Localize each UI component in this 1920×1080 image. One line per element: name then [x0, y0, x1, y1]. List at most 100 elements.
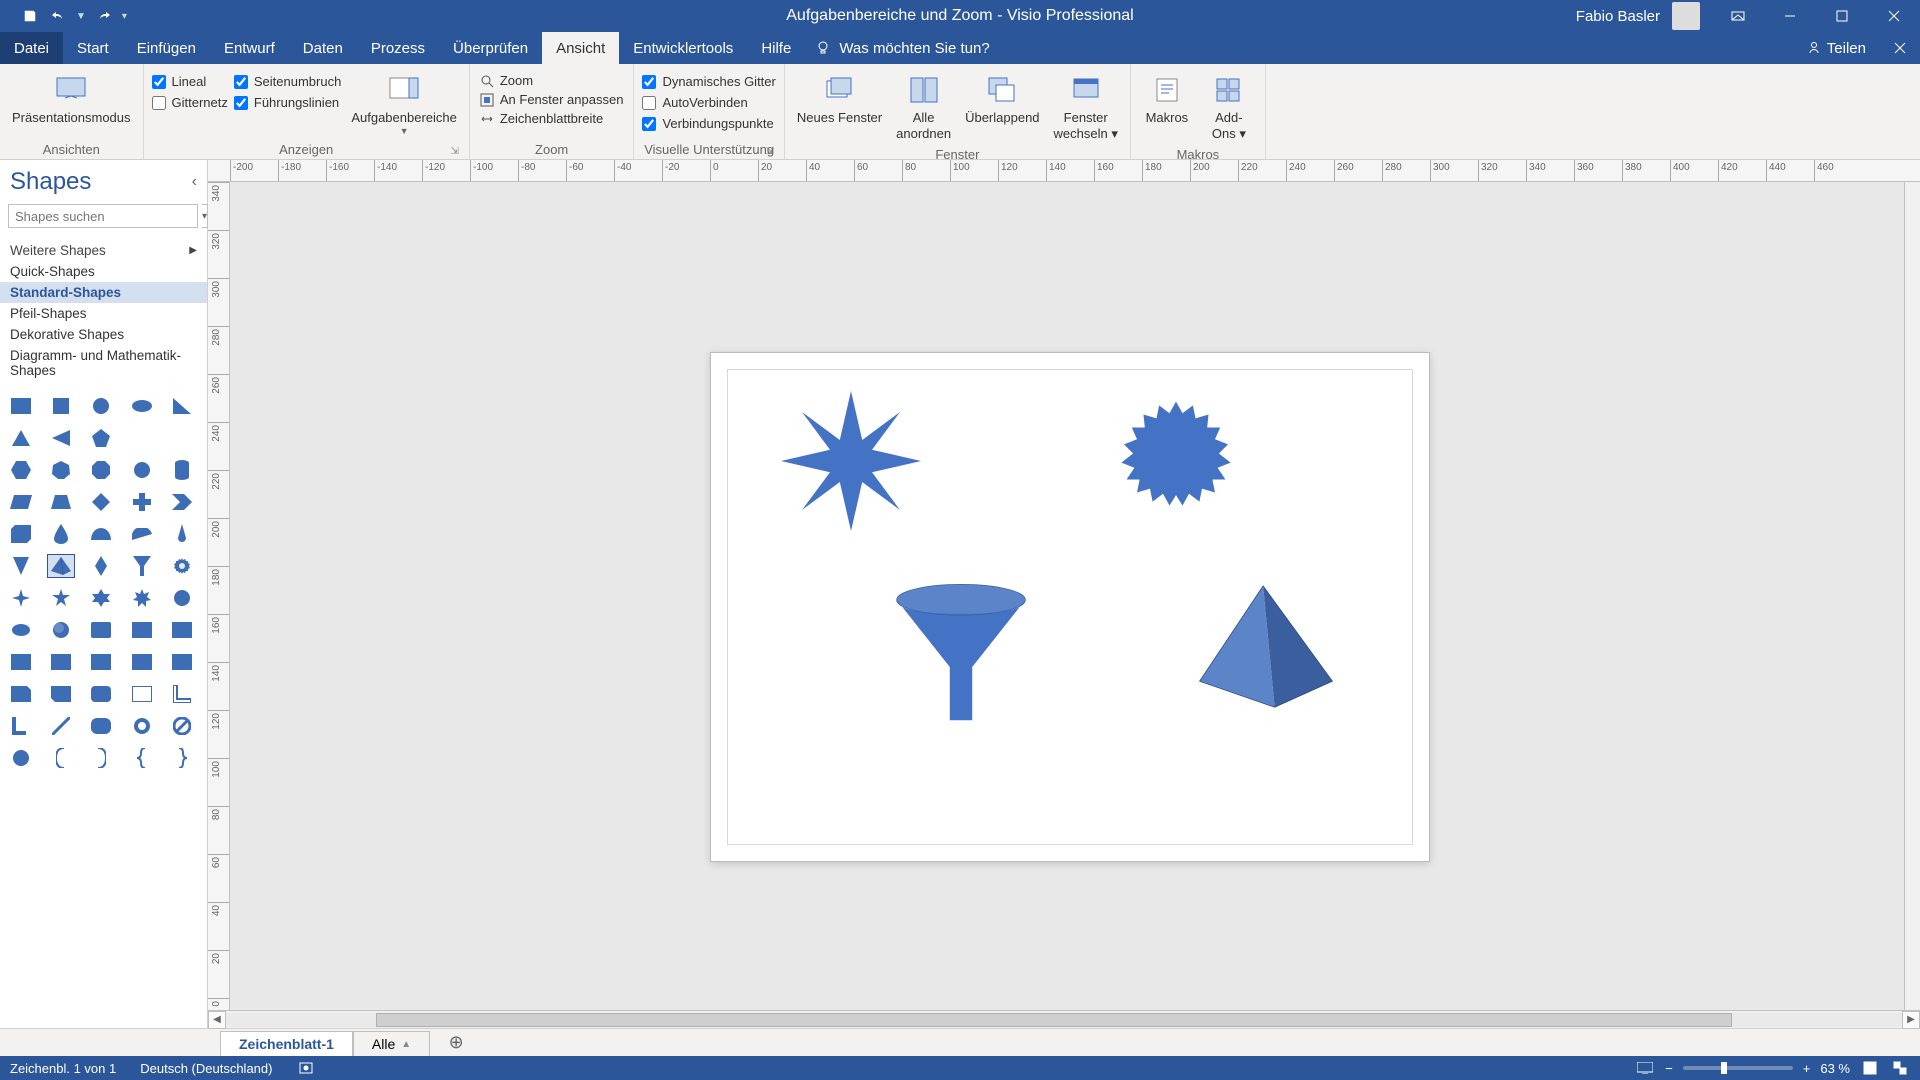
shape-star5[interactable] — [48, 587, 74, 609]
shape-sphere[interactable] — [8, 747, 34, 769]
page-width-button[interactable]: Zeichenblattbreite — [478, 110, 626, 127]
shape-rounded-rect2[interactable] — [88, 715, 114, 737]
minimize-icon[interactable] — [1764, 0, 1816, 32]
zoom-out-icon[interactable]: − — [1665, 1061, 1673, 1076]
shape-triangle[interactable] — [8, 427, 34, 449]
hscroll-thumb[interactable] — [376, 1013, 1732, 1027]
shape-ellipse2[interactable] — [8, 619, 34, 641]
shape-bracket1[interactable] — [48, 747, 74, 769]
macro-record-icon[interactable] — [296, 1058, 316, 1078]
shape-rect6[interactable] — [88, 651, 114, 673]
tell-me-search[interactable]: Was möchten Sie tun? — [815, 40, 989, 57]
shape-lshape2[interactable] — [8, 715, 34, 737]
shape-cube[interactable] — [8, 523, 34, 545]
undo-dropdown-icon[interactable]: ▼ — [76, 11, 86, 22]
shape-frame[interactable] — [129, 683, 155, 705]
add-page-icon[interactable]: ⊕ — [444, 1031, 468, 1055]
alle-anordnen-button[interactable]: Alle anordnen — [892, 68, 955, 145]
shape-shadow-circle[interactable] — [48, 619, 74, 641]
shape-arc[interactable] — [88, 523, 114, 545]
check-verbindungspunkte[interactable]: Verbindungspunkte — [642, 116, 775, 131]
shape-funnel-3d[interactable] — [891, 583, 1031, 723]
shape-triangle-left[interactable] — [48, 427, 74, 449]
collapse-panel-icon[interactable]: ‹ — [192, 173, 197, 191]
shape-funnel[interactable] — [129, 555, 155, 577]
fit-window-button[interactable]: An Fenster anpassen — [478, 91, 626, 108]
horizontal-scrollbar[interactable]: ◀ ▶ — [208, 1010, 1920, 1028]
check-lineal[interactable]: Lineal — [152, 74, 228, 89]
shape-snip1[interactable] — [8, 683, 34, 705]
makros-button[interactable]: Makros — [1139, 68, 1195, 130]
pan-zoom-icon[interactable] — [1890, 1058, 1910, 1078]
maximize-icon[interactable] — [1816, 0, 1868, 32]
shape-pyramid-3d[interactable] — [48, 555, 74, 577]
stencil-quick-shapes[interactable]: Quick-Shapes — [0, 261, 207, 282]
shape-gear[interactable] — [169, 555, 195, 577]
user-name[interactable]: Fabio Basler — [1576, 8, 1660, 25]
presentation-view-icon[interactable] — [1635, 1058, 1655, 1078]
close-subwindow-icon[interactable] — [1880, 32, 1920, 64]
shape-seal[interactable] — [169, 587, 195, 609]
shape-bracket2[interactable] — [88, 747, 114, 769]
check-fuehrungslinien[interactable]: Führungslinien — [234, 95, 341, 110]
share-button[interactable]: Teilen — [1793, 40, 1880, 57]
stencil-diagramm-shapes[interactable]: Diagramm- und Mathematik-Shapes — [0, 345, 207, 381]
shape-rect5[interactable] — [48, 651, 74, 673]
stencil-standard-shapes[interactable]: Standard-Shapes — [0, 282, 207, 303]
save-icon[interactable] — [20, 6, 40, 26]
shape-circle2[interactable] — [129, 459, 155, 481]
menu-hilfe[interactable]: Hilfe — [747, 32, 805, 64]
shape-ellipse[interactable] — [129, 395, 155, 417]
shape-diamond[interactable] — [88, 491, 114, 513]
menu-entwicklertools[interactable]: Entwicklertools — [619, 32, 747, 64]
praesentationsmodus-button[interactable]: Präsentationsmodus — [8, 68, 135, 130]
stencil-more-shapes[interactable]: Weitere Shapes▶ — [0, 240, 207, 261]
shape-seal-24pt[interactable] — [1111, 395, 1241, 525]
menu-entwurf[interactable]: Entwurf — [210, 32, 289, 64]
shape-octagon[interactable] — [88, 459, 114, 481]
shape-right-triangle[interactable] — [169, 395, 195, 417]
zoom-slider-thumb[interactable] — [1721, 1062, 1727, 1074]
drawing-area[interactable] — [230, 182, 1920, 1010]
stencil-dekorative-shapes[interactable]: Dekorative Shapes — [0, 324, 207, 345]
shape-drop[interactable] — [48, 523, 74, 545]
shape-rect3[interactable] — [169, 619, 195, 641]
shape-brace2[interactable] — [169, 747, 195, 769]
dialog-launcher-icon[interactable]: ⇲ — [765, 146, 773, 157]
aufgabenbereiche-button[interactable]: Aufgabenbereiche ▼ — [347, 68, 461, 140]
drawing-page[interactable] — [710, 352, 1430, 862]
shape-teardrop[interactable] — [169, 523, 195, 545]
shape-rect4[interactable] — [8, 651, 34, 673]
zoom-in-icon[interactable]: + — [1803, 1061, 1811, 1076]
shape-brace1[interactable] — [129, 747, 155, 769]
shape-pentagon[interactable] — [88, 427, 114, 449]
neues-fenster-button[interactable]: Neues Fenster — [793, 68, 886, 130]
shape-heptagon[interactable] — [48, 459, 74, 481]
shape-cross[interactable] — [129, 491, 155, 513]
shape-star4[interactable] — [8, 587, 34, 609]
menu-einfuegen[interactable]: Einfügen — [123, 32, 210, 64]
shape-can[interactable] — [169, 459, 195, 481]
shape-round1[interactable] — [88, 683, 114, 705]
fenster-wechseln-button[interactable]: Fenster wechseln ▾ — [1050, 68, 1122, 145]
scroll-left-icon[interactable]: ◀ — [208, 1011, 226, 1029]
shape-donut[interactable] — [129, 715, 155, 737]
page-tab-all[interactable]: Alle▲ — [353, 1031, 430, 1056]
shape-triangle-down[interactable] — [8, 555, 34, 577]
redo-icon[interactable] — [94, 6, 114, 26]
undo-icon[interactable] — [48, 6, 68, 26]
shape-chord[interactable] — [129, 523, 155, 545]
page-tab-1[interactable]: Zeichenblatt-1 — [220, 1031, 353, 1056]
menu-datei[interactable]: Datei — [0, 32, 63, 64]
check-autoverbinden[interactable]: AutoVerbinden — [642, 95, 775, 110]
shape-rect-shadow[interactable] — [129, 619, 155, 641]
shape-star7[interactable] — [129, 587, 155, 609]
shape-rect8[interactable] — [169, 651, 195, 673]
check-dynamisches-gitter[interactable]: Dynamisches Gitter — [642, 74, 775, 89]
zoom-level[interactable]: 63 % — [1820, 1061, 1850, 1076]
shape-diagonal[interactable] — [48, 715, 74, 737]
qat-customize-icon[interactable]: ▾ — [122, 11, 127, 22]
shape-circle[interactable] — [88, 395, 114, 417]
menu-daten[interactable]: Daten — [289, 32, 357, 64]
shape-rounded-rect[interactable] — [88, 619, 114, 641]
